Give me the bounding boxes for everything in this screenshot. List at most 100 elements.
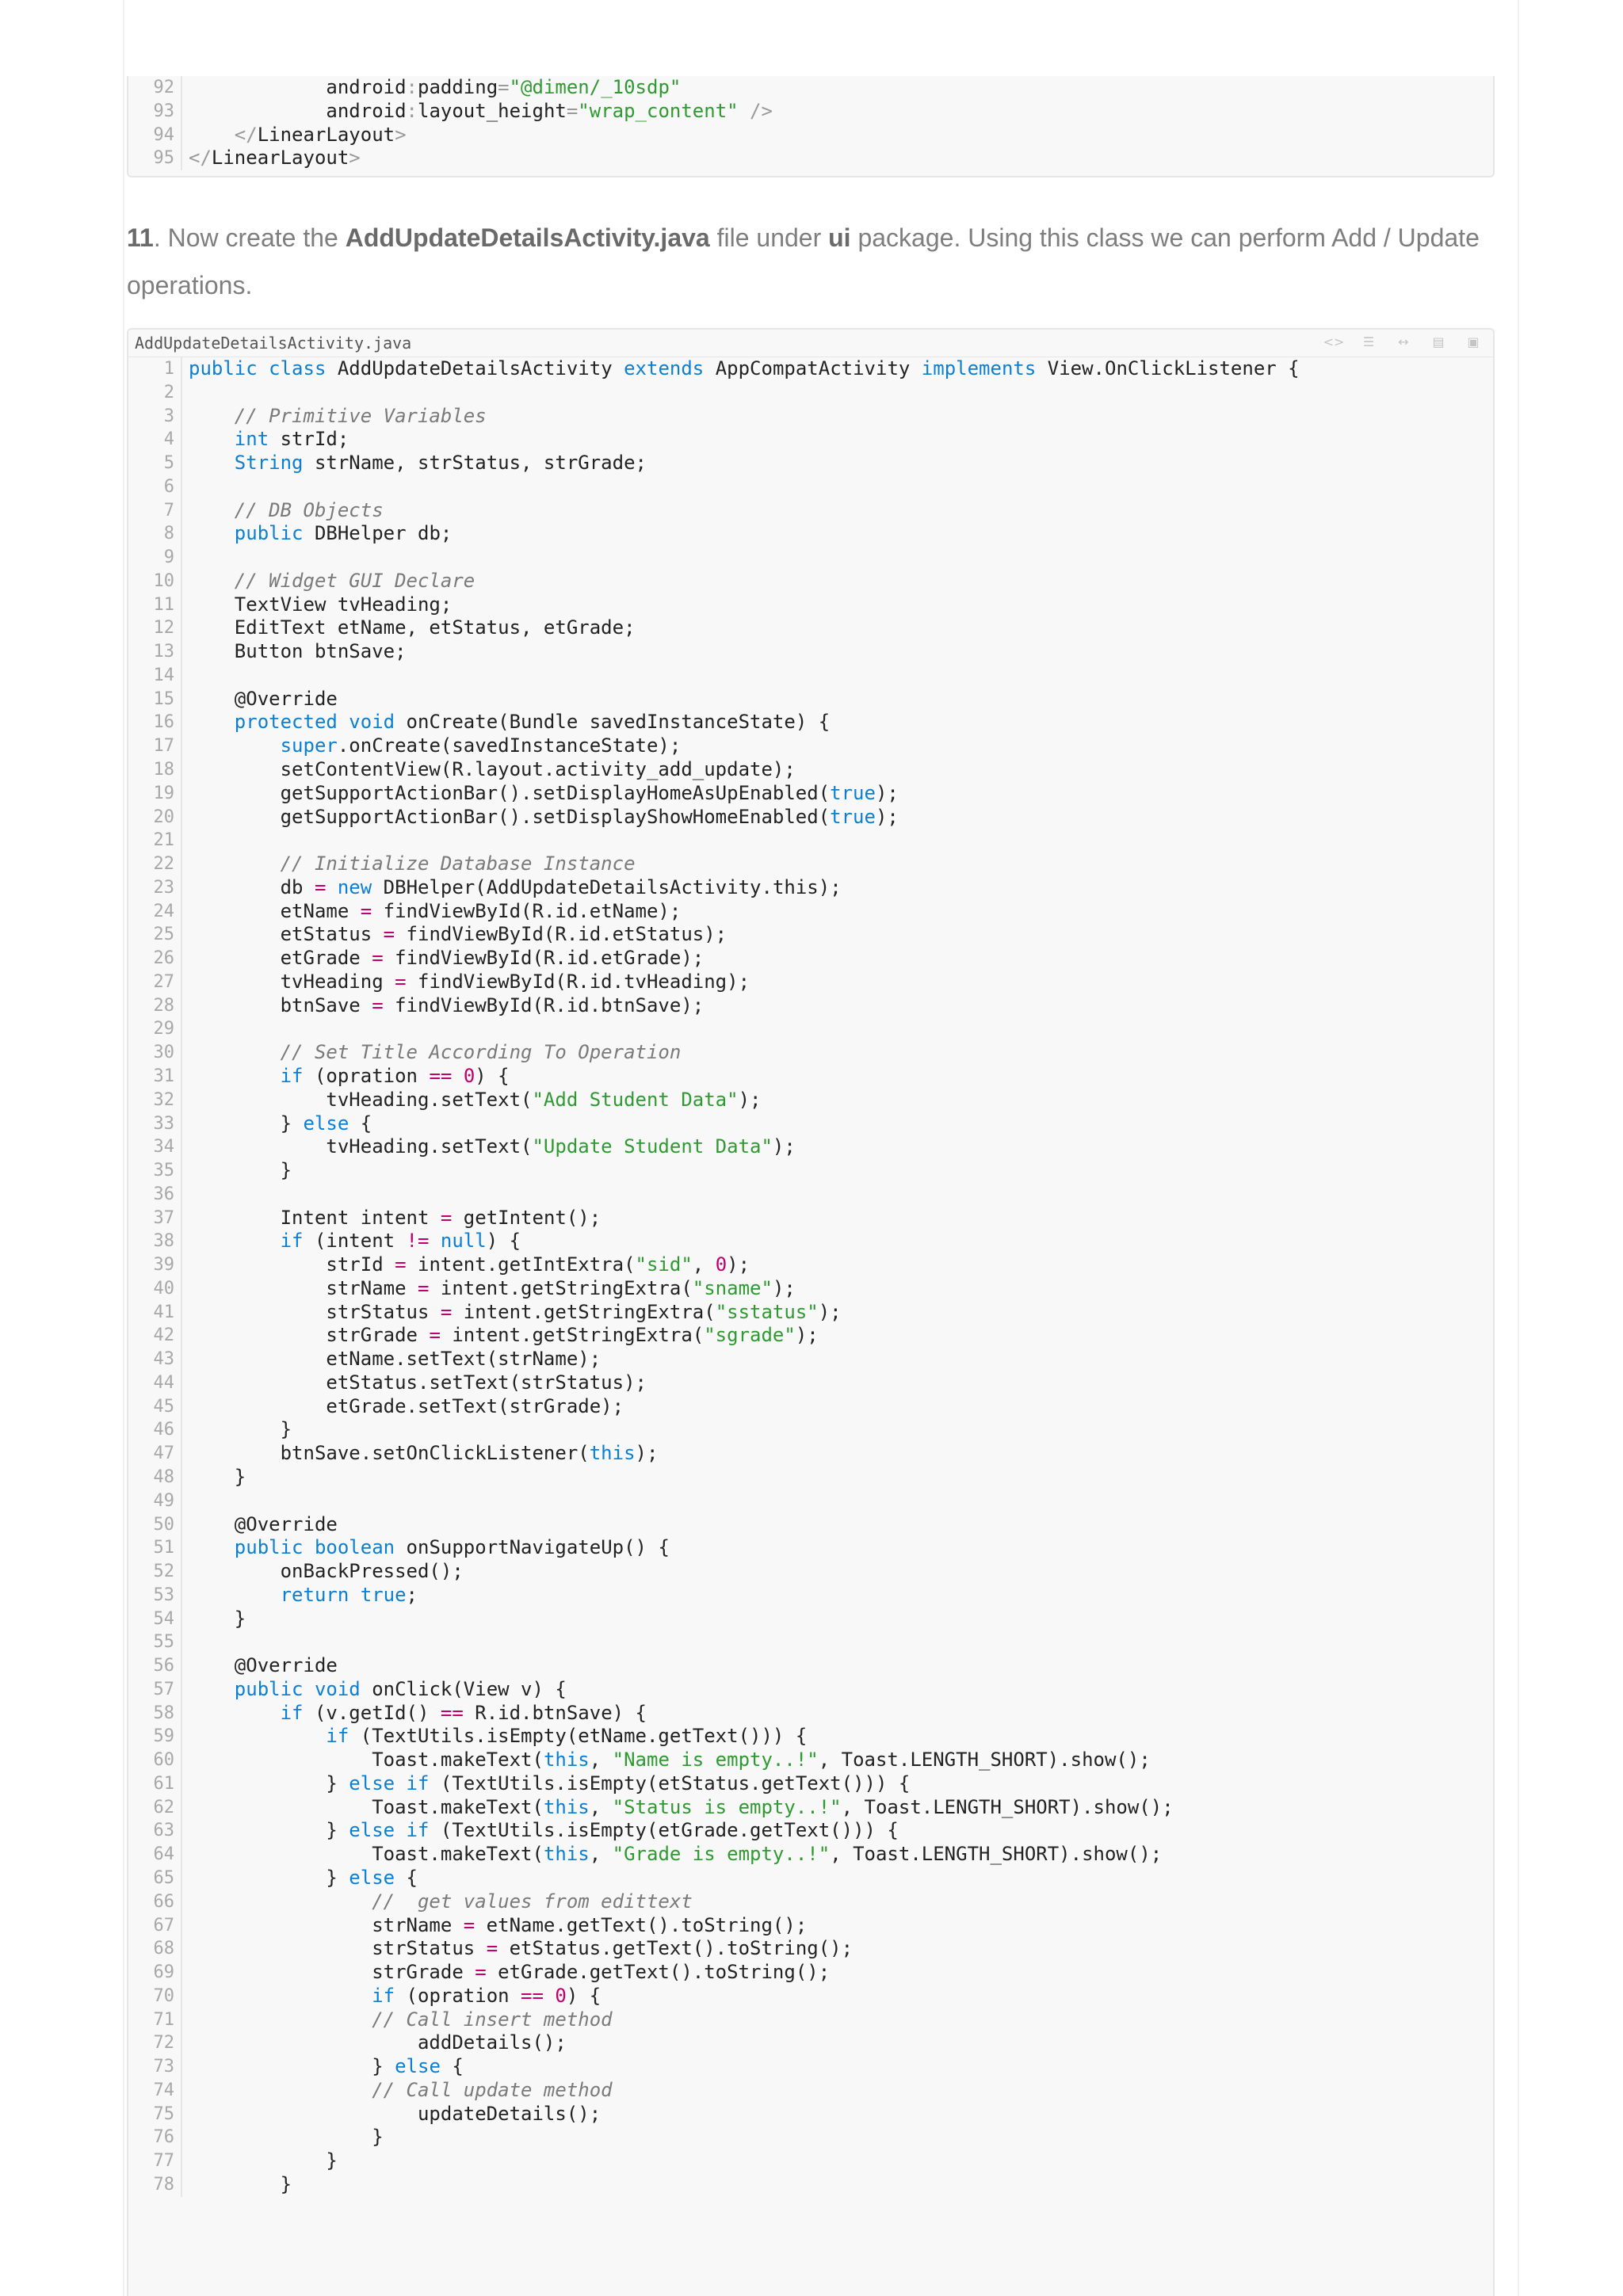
code-token: "Update Student Data" (532, 1135, 773, 1158)
xml-code-block: 92 93 94 95 android:padding="@dimen/_10sdp"… (127, 76, 1495, 177)
code-token: , Toast.LENGTH_SHORT).show(); (830, 1843, 1163, 1866)
line-number: 62 (153, 1797, 175, 1817)
line-number: 95 (153, 148, 175, 169)
code-token: = (395, 1253, 407, 1276)
code-line: return true; (189, 1584, 1493, 1608)
code-token: if (326, 1725, 349, 1748)
line-number: 17 (153, 736, 175, 757)
code-token: ); (772, 1135, 796, 1158)
code-token: (opration (395, 1984, 521, 2007)
code-token: > (395, 123, 407, 146)
code-token: EditText etName, etStatus, etGrade; (189, 616, 636, 639)
copy-icon[interactable]: ☰ (1355, 334, 1382, 350)
expand-icon[interactable]: ▣ (1460, 334, 1487, 350)
line-number: 13 (153, 642, 175, 662)
code-token: strStatus (189, 1300, 441, 1323)
step-text: file under (709, 223, 829, 252)
line-number: 76 (153, 2127, 175, 2148)
code-token: strStatus (189, 1937, 487, 1960)
code-token: // Widget GUI Declare (234, 569, 475, 592)
line-number: 69 (153, 1962, 175, 1983)
code-line: public boolean onSupportNavigateUp() { (189, 1536, 1493, 1560)
code-token: btnSave.setOnClickListener( (189, 1442, 590, 1465)
code-lines: android:padding="@dimen/_10sdp" android:… (182, 76, 1493, 170)
code-token: { (349, 1112, 372, 1135)
code-token: (opration (303, 1064, 430, 1087)
code-token: // Initialize Database Instance (280, 852, 636, 875)
code-token: boolean (314, 1536, 395, 1559)
code-line: </LinearLayout> (189, 124, 1493, 147)
code-token: ); (738, 1088, 762, 1111)
code-token: != (406, 1230, 430, 1253)
line-number: 41 (153, 1302, 175, 1322)
code-line: } (189, 2149, 1493, 2173)
code-token: } (189, 1465, 246, 1488)
code-token: new (337, 875, 372, 898)
code-token: intent.getIntExtra( (406, 1253, 636, 1276)
code-token: getIntent(); (452, 1206, 601, 1229)
code-line: android:padding="@dimen/_10sdp" (189, 76, 1493, 100)
line-number: 39 (153, 1255, 175, 1276)
code-token: , Toast.LENGTH_SHORT).show(); (818, 1749, 1151, 1772)
code-token: onSupportNavigateUp() { (395, 1536, 670, 1559)
code-token: , (589, 1843, 613, 1866)
code-token: View.OnClickListener { (1036, 357, 1300, 379)
code-line: db = new DBHelper(AddUpdateDetailsActivi… (189, 876, 1493, 900)
code-token: } (189, 2172, 292, 2195)
code-token: // Primitive Variables (234, 404, 487, 427)
code-token: // Call insert method (372, 2008, 613, 2031)
code-line: } else { (189, 1867, 1493, 1890)
code-token: setContentView(R.layout.activity_add_upd… (189, 758, 796, 781)
code-token: = (429, 1324, 441, 1347)
code-token: @Override (189, 1512, 338, 1535)
line-number: 15 (153, 688, 175, 709)
code-token: getSupportActionBar().setDisplayHomeAsUp… (189, 781, 831, 804)
line-number: 2 (163, 382, 174, 402)
code-token: else (395, 2055, 441, 2078)
code-token: = (395, 970, 407, 993)
code-line: strGrade = intent.getStringExtra("sgrade… (189, 1324, 1493, 1348)
code-line: strGrade = etGrade.getText().toString(); (189, 1961, 1493, 1985)
code-token: = (372, 994, 384, 1016)
code-token: if (280, 1230, 304, 1253)
code-token: strName (189, 1913, 464, 1936)
code-token: etGrade (189, 947, 372, 970)
line-number: 12 (153, 618, 175, 639)
code-token: findViewById(R.id.tvHeading); (406, 970, 750, 993)
code-line: updateDetails(); (189, 2103, 1493, 2126)
line-number: 8 (163, 524, 174, 544)
line-number: 11 (153, 594, 175, 615)
line-number: 77 (153, 2151, 175, 2172)
line-number: 6 (163, 476, 174, 497)
line-number: 23 (153, 877, 175, 898)
code-line: } else if (TextUtils.isEmpty(etGrade.get… (189, 1819, 1493, 1843)
code-token: super (280, 734, 338, 757)
code-line: strName = etName.getText().toString(); (189, 1914, 1493, 1938)
view-source-icon[interactable]: <> (1320, 334, 1347, 350)
code-token: etName.getText().toString(); (475, 1913, 808, 1936)
code-token: @Override (189, 1654, 338, 1677)
code-token: onBackPressed(); (189, 1560, 464, 1583)
code-token: ); (875, 805, 899, 828)
code-token: = (417, 1276, 430, 1299)
line-number: 53 (153, 1585, 175, 1605)
code-token: ) { (475, 1064, 510, 1087)
line-number: 42 (153, 1325, 175, 1346)
print-icon[interactable]: ▤ (1425, 334, 1452, 350)
wrap-icon[interactable]: ↔ (1390, 334, 1417, 350)
line-number: 18 (153, 760, 175, 780)
code-token: 0 (715, 1253, 727, 1276)
line-number: 57 (153, 1679, 175, 1699)
step-text: . Now create the (153, 223, 346, 252)
